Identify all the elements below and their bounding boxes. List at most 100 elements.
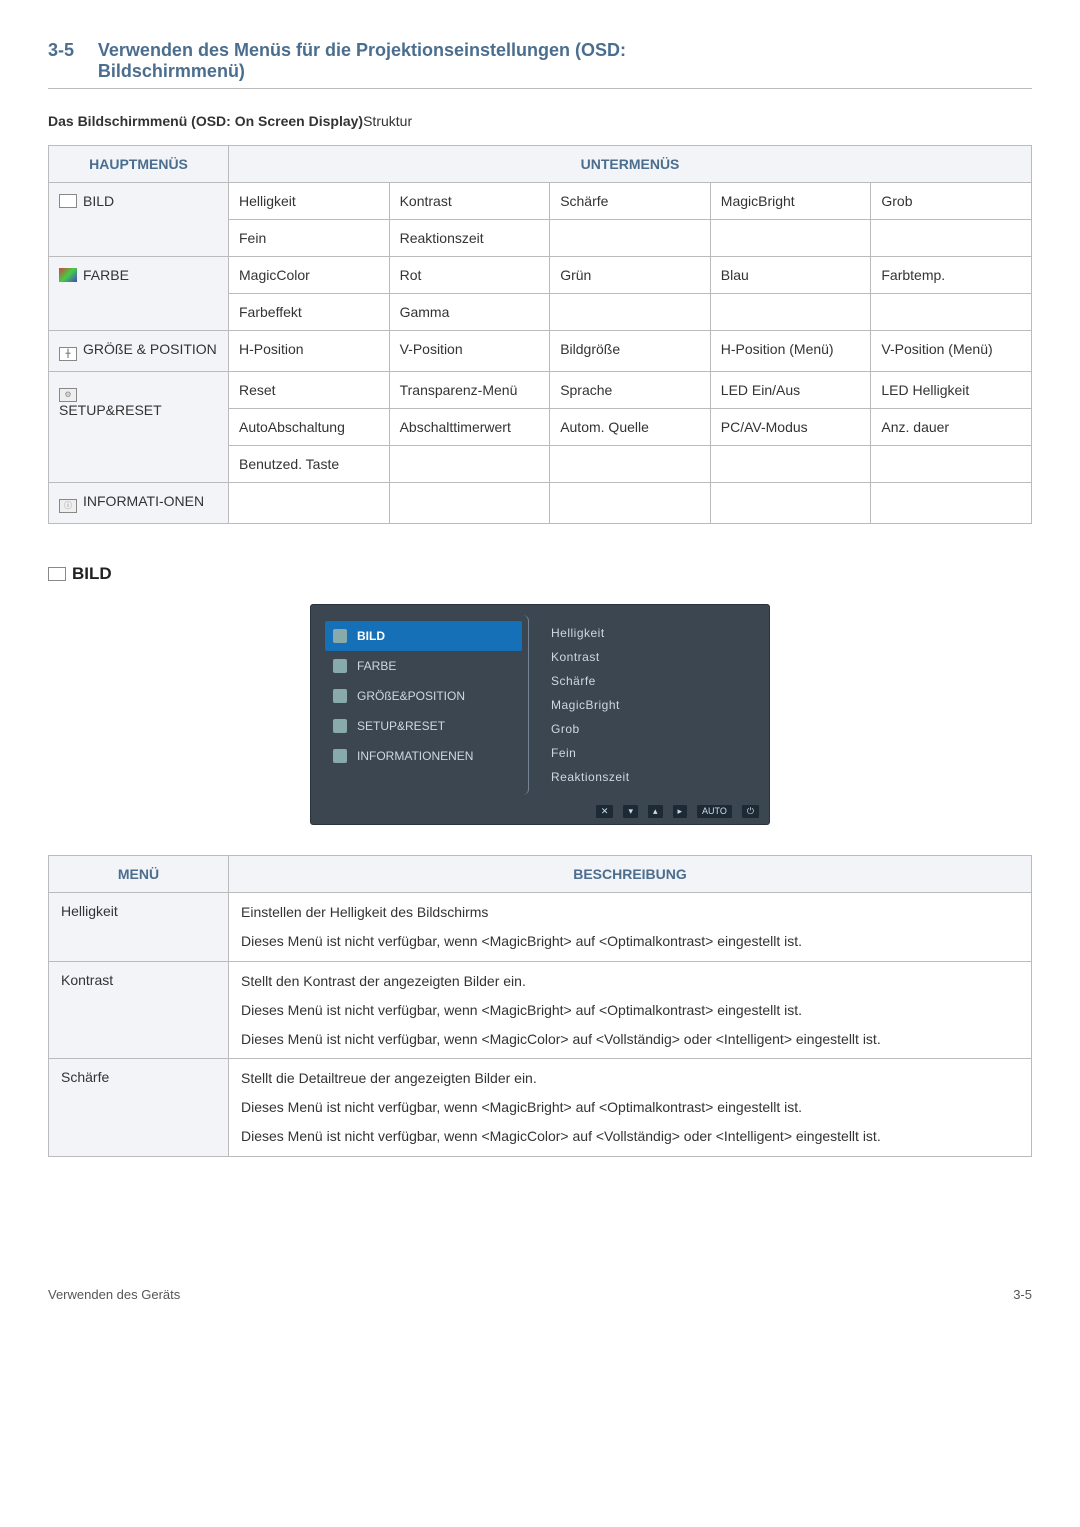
cell: Kontrast	[389, 183, 550, 220]
th-menu: MENÜ	[49, 856, 229, 893]
intro-text: Das Bildschirmmenü (OSD: On Screen Displ…	[48, 113, 1032, 129]
osd-item-size: GRÖßE&POSITION	[319, 681, 528, 711]
bild-heading: BILD	[48, 564, 1032, 584]
cell: Rot	[389, 257, 550, 294]
cell: Grün	[550, 257, 711, 294]
cell: Reset	[229, 372, 390, 409]
cell	[710, 446, 871, 483]
size-icon: ╋	[59, 347, 77, 361]
cell: Sprache	[550, 372, 711, 409]
osd-sub: Schärfe	[551, 669, 755, 693]
osd-footer: ✕ ▾ ▴ ▸ AUTO ⏻	[311, 801, 769, 824]
picture-icon	[48, 567, 66, 581]
cell: V-Position	[389, 331, 550, 372]
info-icon	[333, 749, 347, 763]
cell: Reaktionszeit	[389, 220, 550, 257]
description-table: MENÜ BESCHREIBUNG Helligkeit Einstellen …	[48, 855, 1032, 1157]
desc-text: Stellt den Kontrast der angezeigten Bild…	[229, 961, 1032, 1059]
size-icon	[333, 689, 347, 703]
setup-icon: ⚙	[59, 388, 77, 402]
cell	[389, 446, 550, 483]
cell: Bildgröße	[550, 331, 711, 372]
cell	[871, 220, 1032, 257]
cell: V-Position (Menü)	[871, 331, 1032, 372]
footer-right: 3-5	[1013, 1287, 1032, 1302]
section-header: 3-5 Verwenden des Menüs für die Projekti…	[48, 40, 1032, 82]
main-bild: BILD	[49, 183, 229, 257]
cell	[871, 294, 1032, 331]
osd-sub: Helligkeit	[551, 621, 755, 645]
osd-sub: Kontrast	[551, 645, 755, 669]
cell	[550, 220, 711, 257]
cell	[389, 483, 550, 524]
desc-text: Einstellen der Helligkeit des Bildschirm…	[229, 893, 1032, 962]
cell: LED Helligkeit	[871, 372, 1032, 409]
info-icon: ⓘ	[59, 499, 77, 513]
cell: MagicBright	[710, 183, 871, 220]
cell: Benutzed. Taste	[229, 446, 390, 483]
cell	[710, 220, 871, 257]
cell	[871, 483, 1032, 524]
cell: Grob	[871, 183, 1032, 220]
picture-icon	[333, 629, 347, 643]
page-footer: Verwenden des Geräts 3-5	[48, 1287, 1032, 1302]
cell	[710, 483, 871, 524]
osd-sub: MagicBright	[551, 693, 755, 717]
setup-icon	[333, 719, 347, 733]
desc-menu: Helligkeit	[49, 893, 229, 962]
osd-item-info: INFORMATIONENEN	[319, 741, 528, 771]
main-info: ⓘINFORMATI-ONEN	[49, 483, 229, 524]
th-main: HAUPTMENÜS	[49, 146, 229, 183]
cell	[871, 446, 1032, 483]
th-desc: BESCHREIBUNG	[229, 856, 1032, 893]
desc-text: Stellt die Detailtreue der angezeigten B…	[229, 1059, 1032, 1157]
cell	[550, 483, 711, 524]
cell	[229, 483, 390, 524]
osd-item-setup: SETUP&RESET	[319, 711, 528, 741]
cell: Schärfe	[550, 183, 711, 220]
cell	[550, 446, 711, 483]
main-setup: ⚙SETUP&RESET	[49, 372, 229, 483]
cell: Farbtemp.	[871, 257, 1032, 294]
auto-label: AUTO	[697, 805, 732, 818]
cell: Farbeffekt	[229, 294, 390, 331]
cell: Gamma	[389, 294, 550, 331]
desc-menu: Kontrast	[49, 961, 229, 1059]
divider	[48, 88, 1032, 89]
osd-sub: Reaktionszeit	[551, 765, 755, 789]
down-icon: ▾	[623, 805, 638, 818]
up-icon: ▴	[648, 805, 663, 818]
enter-icon: ▸	[673, 805, 688, 818]
power-icon: ⏻	[742, 805, 759, 818]
cell: Autom. Quelle	[550, 409, 711, 446]
cell: Blau	[710, 257, 871, 294]
cell: MagicColor	[229, 257, 390, 294]
osd-item-bild: BILD	[325, 621, 522, 651]
cell: Helligkeit	[229, 183, 390, 220]
osd-sub: Fein	[551, 741, 755, 765]
cell: Anz. dauer	[871, 409, 1032, 446]
color-icon	[59, 268, 77, 282]
section-title: Verwenden des Menüs für die Projektionse…	[98, 40, 626, 82]
main-size: ╋GRÖßE & POSITION	[49, 331, 229, 372]
cell: AutoAbschaltung	[229, 409, 390, 446]
cell: PC/AV-Modus	[710, 409, 871, 446]
structure-table: HAUPTMENÜS UNTERMENÜS BILD Helligkeit Ko…	[48, 145, 1032, 524]
osd-sub: Grob	[551, 717, 755, 741]
cell	[550, 294, 711, 331]
cell: H-Position (Menü)	[710, 331, 871, 372]
cell: Abschalttimerwert	[389, 409, 550, 446]
osd-right-submenu: Helligkeit Kontrast Schärfe MagicBright …	[545, 615, 761, 795]
th-sub: UNTERMENÜS	[229, 146, 1032, 183]
cell: Transparenz-Menü	[389, 372, 550, 409]
close-icon: ✕	[596, 805, 614, 818]
osd-left-menu: BILD FARBE GRÖßE&POSITION SETUP&RESET IN…	[319, 615, 529, 795]
picture-icon	[59, 194, 77, 208]
color-icon	[333, 659, 347, 673]
section-number: 3-5	[48, 40, 74, 61]
osd-item-farbe: FARBE	[319, 651, 528, 681]
osd-screenshot: BILD FARBE GRÖßE&POSITION SETUP&RESET IN…	[310, 604, 770, 825]
cell: H-Position	[229, 331, 390, 372]
cell	[710, 294, 871, 331]
cell: Fein	[229, 220, 390, 257]
